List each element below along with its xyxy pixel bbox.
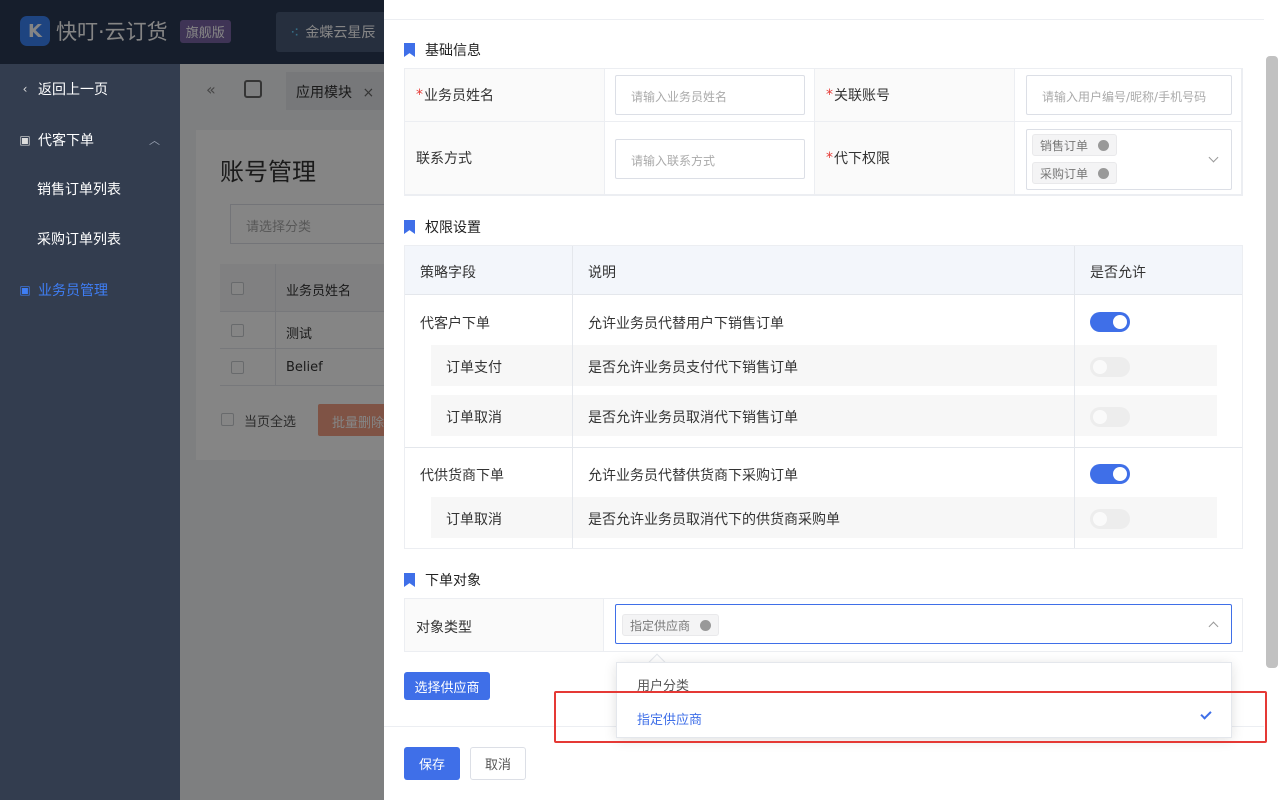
header-field: 策略字段: [420, 265, 476, 281]
perm-desc: 是否允许业务员支付代下销售订单: [588, 360, 798, 376]
section-basic-info: 基础信息: [404, 40, 481, 60]
column-divider: [572, 345, 573, 386]
toggle-order-payment[interactable]: [1090, 357, 1130, 377]
bookmark-icon: [404, 43, 415, 57]
calendar-icon: ▣: [19, 283, 31, 297]
perm-label: * 代下权限: [815, 122, 1015, 195]
tag-close-icon[interactable]: [1098, 139, 1110, 151]
column-divider: [572, 497, 573, 538]
drawer-scrollbar[interactable]: [1266, 56, 1278, 668]
sidebar-item-purchase-orders[interactable]: 采购订单列表: [0, 224, 180, 254]
sidebar-item-sales-orders[interactable]: 销售订单列表: [0, 174, 180, 204]
required-mark: *: [826, 150, 833, 166]
target-type-label: 对象类型: [405, 599, 604, 651]
chevron-up-icon: ︿: [149, 134, 160, 147]
required-mark: *: [826, 87, 833, 103]
column-divider: [572, 395, 573, 436]
sidebar-group-orders[interactable]: ▣ 代客下单 ︿: [0, 125, 180, 155]
sidebar-back[interactable]: ‹ 返回上一页: [0, 74, 180, 104]
chevron-left-icon: ‹: [22, 82, 28, 96]
contact-input[interactable]: 请输入联系方式: [615, 139, 805, 179]
sidebar-back-label: 返回上一页: [38, 82, 108, 98]
column-divider: [1074, 395, 1075, 436]
tag-label: 采购订单: [1040, 166, 1089, 181]
toggle-proxy-supplier-order[interactable]: [1090, 464, 1130, 484]
save-button[interactable]: 保存: [404, 747, 460, 780]
row-divider: [405, 447, 1242, 448]
section-title: 下单对象: [425, 573, 481, 589]
name-label: * 业务员姓名: [405, 69, 605, 122]
name-label-text: 业务员姓名: [424, 88, 494, 104]
perm-desc: 是否允许业务员取消代下的供货商采购单: [588, 512, 840, 528]
sidebar: ‹ 返回上一页 ▣ 代客下单 ︿ 销售订单列表 采购订单列表 ▣ 业务员管理: [0, 64, 180, 800]
sidebar-item-salesman[interactable]: ▣ 业务员管理: [0, 275, 180, 305]
toggle-order-cancel[interactable]: [1090, 407, 1130, 427]
cancel-button[interactable]: 取消: [470, 747, 526, 780]
section-title: 权限设置: [425, 220, 481, 236]
perm-desc: 是否允许业务员取消代下销售订单: [588, 410, 798, 426]
section-permissions: 权限设置: [404, 217, 481, 237]
section-order-target: 下单对象: [404, 570, 481, 590]
column-divider: [1074, 345, 1075, 386]
salesman-name-input[interactable]: 请输入业务员姓名: [615, 75, 805, 115]
tag-close-icon[interactable]: [700, 619, 712, 631]
highlight-box: [554, 691, 1267, 743]
account-label-text: 关联账号: [834, 88, 890, 104]
perm-field: 代客户下单: [420, 316, 490, 332]
perm-label-text: 代下权限: [834, 151, 890, 167]
perm-field: 订单支付: [446, 360, 502, 376]
tag-specified-supplier: 指定供应商: [622, 614, 720, 636]
linked-account-input[interactable]: 请输入用户编号/昵称/手机号码: [1026, 75, 1232, 115]
perm-field: 代供货商下单: [420, 468, 504, 484]
select-supplier-button[interactable]: 选择供应商: [404, 672, 490, 700]
bookmark-icon: [404, 220, 415, 234]
header-desc: 说明: [588, 265, 616, 281]
tag-label: 指定供应商: [630, 618, 691, 633]
tag-purchase-order: 采购订单: [1032, 162, 1118, 184]
perm-desc: 允许业务员代替用户下销售订单: [588, 316, 784, 332]
section-title: 基础信息: [425, 43, 481, 59]
sidebar-item-salesman-label: 业务员管理: [38, 283, 108, 299]
toggle-supplier-order-cancel[interactable]: [1090, 509, 1130, 529]
account-label: * 关联账号: [815, 69, 1015, 122]
perm-field: 订单取消: [446, 512, 502, 528]
tag-close-icon[interactable]: [1098, 167, 1110, 179]
perm-field: 订单取消: [446, 410, 502, 426]
toggle-proxy-customer-order[interactable]: [1090, 312, 1130, 332]
bookmark-icon: [404, 573, 415, 587]
column-divider: [1074, 497, 1075, 538]
sidebar-group-label: 代客下单: [38, 133, 94, 149]
tag-label: 销售订单: [1040, 138, 1089, 153]
contact-label: 联系方式: [405, 122, 605, 195]
tag-sales-order: 销售订单: [1032, 134, 1118, 156]
drawer-header: [384, 0, 1264, 20]
permissions-table: 策略字段 说明 是否允许 代客户下单 允许业务员代替用户下销售订单 订单支付 是…: [404, 245, 1243, 549]
permissions-header: 策略字段 说明 是否允许: [405, 246, 1242, 295]
required-mark: *: [416, 87, 423, 103]
perm-desc: 允许业务员代替供货商下采购订单: [588, 468, 798, 484]
header-allowed: 是否允许: [1090, 265, 1146, 281]
order-icon: ▣: [19, 133, 31, 147]
